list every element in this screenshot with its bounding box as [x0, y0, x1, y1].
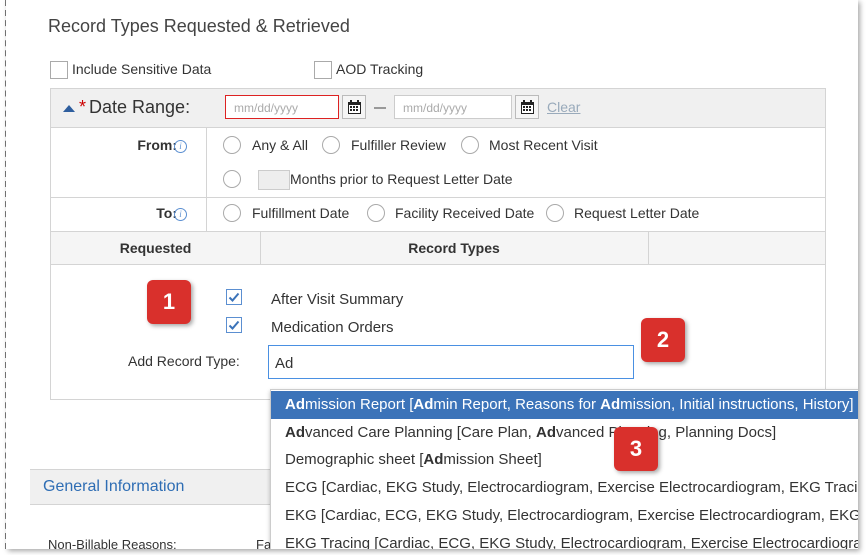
radio-most-recent-visit-label: Most Recent Visit	[489, 137, 598, 153]
dropdown-item[interactable]: Demographic sheet [Admission Sheet]	[271, 446, 858, 474]
requested-header: Requested	[119, 240, 192, 256]
collapse-triangle-icon[interactable]	[63, 105, 75, 112]
radio-months-prior[interactable]	[223, 170, 241, 188]
include-sensitive-label: Include Sensitive Data	[72, 61, 212, 77]
record-type-dropdown: Admission Report [Admin Report, Reasons …	[270, 389, 858, 549]
to-info-icon[interactable]: i	[174, 208, 187, 221]
calendar-icon	[521, 100, 534, 114]
dropdown-item[interactable]: EKG Tracing [Cardiac, ECG, EKG Study, El…	[271, 530, 858, 549]
radio-request-letter-date-label: Request Letter Date	[574, 205, 700, 221]
radio-most-recent-visit[interactable]	[461, 136, 479, 154]
clear-link[interactable]: Clear	[547, 99, 580, 115]
checkmark-icon	[228, 292, 240, 302]
record-types-panel: Record Types Requested & Retrieved Inclu…	[6, 0, 858, 549]
dropdown-item[interactable]: Admission Report [Admin Report, Reasons …	[271, 391, 858, 419]
aod-tracking-label: AOD Tracking	[336, 61, 424, 77]
medication-orders-checkbox[interactable]	[226, 317, 242, 333]
general-information-title: General Information	[43, 478, 185, 495]
dropdown-item[interactable]: ECG [Cardiac, EKG Study, Electrocardiogr…	[271, 474, 858, 502]
add-record-type-input[interactable]: Ad	[268, 345, 634, 379]
record-type-medication-orders: Medication Orders	[271, 319, 394, 336]
aod-tracking-checkbox[interactable]	[314, 61, 332, 79]
start-calendar-button[interactable]	[342, 95, 366, 119]
radio-fulfiller-review[interactable]	[322, 136, 340, 154]
dropdown-item[interactable]: EKG [Cardiac, ECG, EKG Study, Electrocar…	[271, 502, 858, 530]
radio-facility-received-date[interactable]	[367, 204, 385, 222]
label-column-divider	[206, 127, 207, 231]
to-label: To:	[156, 205, 177, 221]
from-label: From:	[137, 137, 177, 153]
row-divider	[51, 197, 825, 198]
checkmark-icon	[228, 320, 240, 330]
start-date-input[interactable]: mm/dd/yyyy	[225, 95, 339, 119]
radio-fulfillment-date[interactable]	[223, 204, 241, 222]
non-billable-reasons-value: Fa	[256, 537, 272, 549]
radio-any-all[interactable]	[223, 136, 241, 154]
section-title: Record Types Requested & Retrieved	[48, 16, 350, 36]
annotation-badge-1: 1	[147, 280, 191, 324]
header-divider	[648, 232, 649, 264]
radio-fulfillment-date-label: Fulfillment Date	[252, 205, 350, 221]
record-type-after-visit-summary: After Visit Summary	[271, 291, 404, 308]
record-types-table-header: Requested Record Types	[51, 231, 825, 265]
radio-request-letter-date[interactable]	[546, 204, 564, 222]
calendar-icon	[348, 100, 361, 114]
annotation-badge-2: 2	[641, 318, 685, 362]
radio-facility-received-date-label: Facility Received Date	[395, 205, 535, 221]
date-range-header: * Date Range: mm/dd/yyyy mm/dd/yyyy Clea…	[51, 89, 825, 128]
add-record-type-label: Add Record Type:	[128, 353, 240, 369]
months-prior-label: Months prior to Request Letter Date	[290, 171, 513, 187]
required-marker: *	[79, 97, 87, 117]
radio-any-all-label: Any & All	[252, 137, 309, 153]
from-info-icon[interactable]: i	[174, 140, 187, 153]
months-input[interactable]	[258, 170, 290, 190]
range-separator	[374, 107, 386, 109]
include-sensitive-checkbox[interactable]	[50, 61, 68, 79]
record-types-header: Record Types	[408, 240, 500, 256]
non-billable-reasons-label: Non-Billable Reasons:	[48, 537, 177, 549]
annotation-badge-3: 3	[614, 427, 658, 471]
end-date-input[interactable]: mm/dd/yyyy	[394, 95, 512, 119]
end-calendar-button[interactable]	[515, 95, 539, 119]
after-visit-summary-checkbox[interactable]	[226, 289, 242, 305]
date-range-label: Date Range:	[89, 97, 191, 117]
dropdown-item[interactable]: Advanced Care Planning [Care Plan, Advan…	[271, 419, 858, 447]
radio-fulfiller-review-label: Fulfiller Review	[351, 137, 446, 153]
